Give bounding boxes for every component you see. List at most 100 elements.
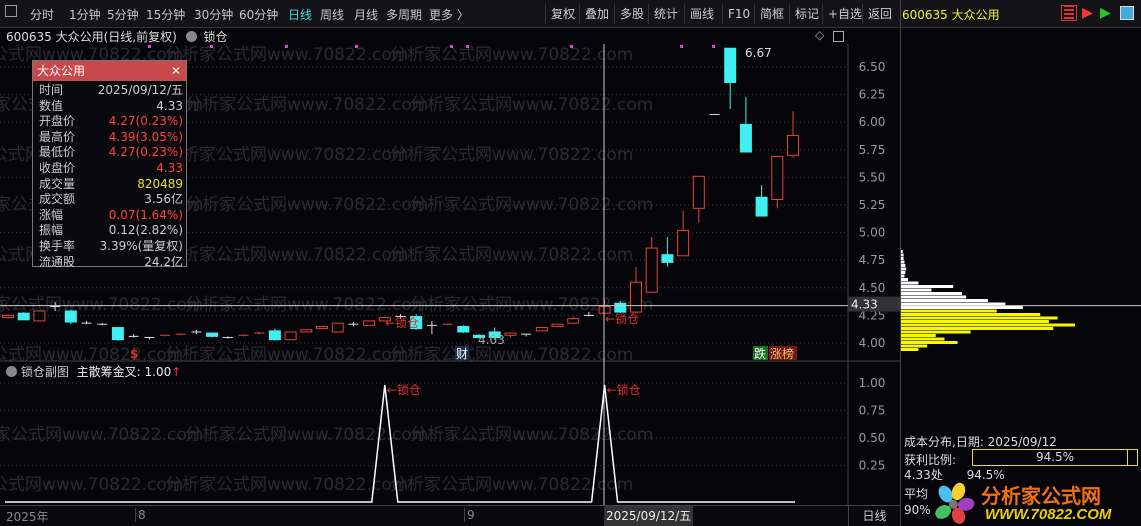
cost-bar <box>901 302 1006 306</box>
info-key: 数值 <box>39 98 64 113</box>
profit-line-value: 94.5% <box>966 468 1005 482</box>
sub-chart-title: 锁仓副图 <box>20 365 69 379</box>
candle-body <box>2 314 14 319</box>
cost-bar <box>901 316 1058 320</box>
marker-dot <box>285 45 288 48</box>
info-panel-header: 大众公用 ✕ <box>33 61 186 81</box>
candle-body <box>268 330 281 341</box>
info-value: 2025/09/12/五 <box>97 83 183 97</box>
candle-body <box>692 175 705 209</box>
cost-bar <box>901 278 908 281</box>
cost-bar <box>901 341 958 344</box>
cost-bar <box>901 264 906 267</box>
info-value: 3.39%(量复权) <box>99 238 184 253</box>
info-value: 4.27(0.23%) <box>108 114 183 129</box>
sub-tick-label: 0.25 <box>859 459 886 473</box>
candle-body <box>316 325 328 330</box>
marker-dot <box>148 45 151 48</box>
y-tick-label: 5.50 <box>859 170 886 184</box>
cost-bar <box>901 271 906 274</box>
close-icon[interactable]: ✕ <box>171 61 181 81</box>
y-tick-label: 4.00 <box>859 336 886 350</box>
info-row: 成交量 820489 <box>33 177 186 193</box>
candle-body <box>630 281 642 313</box>
chevron-down-icon[interactable] <box>6 366 17 377</box>
low-price-label: 4.03 <box>478 333 505 347</box>
info-row: 振幅 0.12(2.82%) <box>33 223 186 239</box>
cost-90-label: 90% <box>904 503 931 517</box>
lock-signal-line <box>5 384 795 503</box>
info-value: 0.12(2.82%) <box>108 223 183 238</box>
marker-dot <box>712 45 715 48</box>
info-key: 开盘价 <box>39 114 76 129</box>
cost-bar <box>901 281 919 285</box>
sub-tick-label: 0.75 <box>859 404 886 418</box>
marker-dot <box>466 45 469 48</box>
cost-bar <box>901 306 1023 309</box>
fall-marker: 跌 <box>754 346 766 361</box>
marker-dot <box>210 45 213 48</box>
cost-bar <box>901 334 936 337</box>
profit-bar: 94.5% <box>972 449 1138 466</box>
cost-bar <box>901 313 1041 316</box>
sub-tick-label: 0.50 <box>859 431 886 445</box>
candle-body <box>567 318 580 324</box>
info-panel: 大众公用 ✕ 时间 2025/09/12/五数值 4.33 开盘价 4.27(0.23%)… <box>32 60 187 269</box>
candle-body <box>614 302 627 313</box>
x-label-aug: 8 <box>135 508 146 522</box>
cursor-date: 2025/09/12/五 <box>604 506 694 526</box>
info-row: 最低价 4.27(0.23%) <box>33 145 186 161</box>
cost-bar <box>901 299 988 302</box>
candle-body <box>551 323 564 327</box>
candle-body <box>504 332 517 336</box>
info-key: 涨幅 <box>39 207 64 222</box>
info-value: 3.56亿 <box>144 192 183 207</box>
cost-bar <box>901 344 928 348</box>
candle-body <box>17 312 30 321</box>
candle-body <box>771 155 784 200</box>
y-tick-label: 4.75 <box>859 253 886 267</box>
profit-value: 94.5% <box>1035 450 1075 464</box>
info-row: 换手率 3.39%(量复权) <box>33 239 186 255</box>
candle-body <box>645 247 658 293</box>
candle-body <box>33 310 46 322</box>
cost-bar <box>901 292 962 295</box>
info-key: 成交额 <box>39 192 76 207</box>
info-key: 时间 <box>39 83 64 97</box>
candle-body <box>755 196 768 217</box>
x-label-year: 2025年 <box>6 510 49 524</box>
cost-bar <box>901 330 971 334</box>
info-row: 成交额 3.56亿 <box>33 192 186 208</box>
x-axis: 2025年 8 9 2025/09/12/五 日线 <box>0 505 900 526</box>
cost-bar <box>901 348 919 351</box>
info-value: 4.39(3.05%) <box>108 129 183 144</box>
candle-body <box>535 327 548 332</box>
indicator-value: 主散筹金叉: 1.00 <box>76 365 172 379</box>
info-key: 最低价 <box>39 145 76 160</box>
candle-body <box>284 331 297 341</box>
sub-lock-label: ←锁仓 <box>387 382 421 397</box>
info-value: 0.07(1.64%) <box>108 207 183 222</box>
cost-bar <box>901 267 907 271</box>
cost-title: 成本分布,日期: 2025/09/12 <box>904 435 1057 449</box>
cost-bar <box>901 253 904 257</box>
info-key: 收盘价 <box>39 160 76 175</box>
cost-bar <box>901 337 945 341</box>
y-tick-label: 6.50 <box>859 60 886 74</box>
y-tick-label: 5.00 <box>859 226 886 240</box>
info-title: 大众公用 <box>37 64 86 78</box>
period-label: 日线 <box>848 506 900 526</box>
marker-dot <box>450 45 453 48</box>
marker-dot <box>680 45 683 48</box>
high-price-label: 6.67 <box>745 46 772 60</box>
candle-body <box>739 123 752 153</box>
sub-chart-header: 锁仓副图 主散筹金叉: 1.00↑ <box>6 363 181 380</box>
cost-bar <box>901 257 904 260</box>
cost-distribution-panel: 成本分布,日期: 2025/09/12 获利比例: 94.5% 4.33处 94… <box>900 0 1141 526</box>
price-label: 4.33处 <box>904 468 943 482</box>
y-tick-label: 5.75 <box>859 143 886 157</box>
info-value: 4.33 <box>156 160 183 175</box>
marker-dot <box>570 45 573 48</box>
cost-bar <box>901 260 905 264</box>
info-row: 开盘价 4.27(0.23%) <box>33 114 186 130</box>
